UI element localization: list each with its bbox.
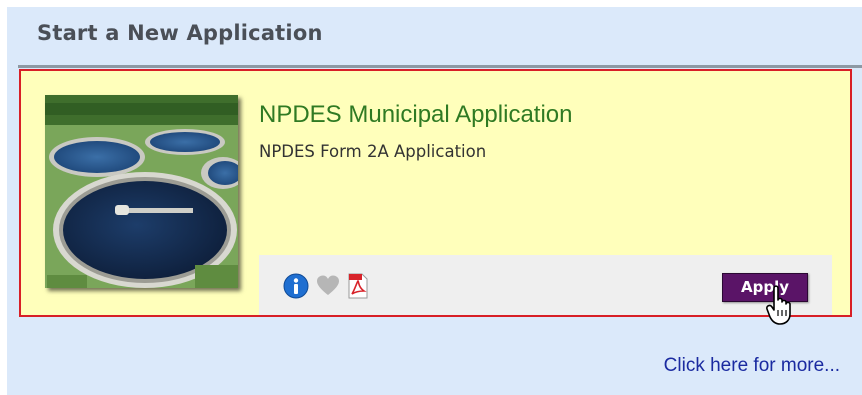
application-subtitle: NPDES Form 2A Application (259, 142, 487, 161)
pdf-icon[interactable] (345, 273, 371, 299)
application-card: NPDES Municipal Application NPDES Form 2… (19, 69, 852, 325)
wastewater-plant-image (45, 95, 238, 288)
info-icon[interactable] (283, 273, 309, 299)
heart-icon[interactable] (315, 273, 341, 299)
apply-button[interactable]: Apply (722, 273, 808, 302)
click-here-for-more-link[interactable]: Click here for more... (664, 355, 840, 377)
application-thumbnail[interactable] (45, 95, 238, 288)
panel-header: Start a New Application (7, 7, 862, 68)
action-bar: Apply (259, 255, 832, 325)
header-divider (18, 65, 862, 68)
application-title[interactable]: NPDES Municipal Application (259, 101, 573, 129)
panel-title: Start a New Application (37, 21, 323, 45)
